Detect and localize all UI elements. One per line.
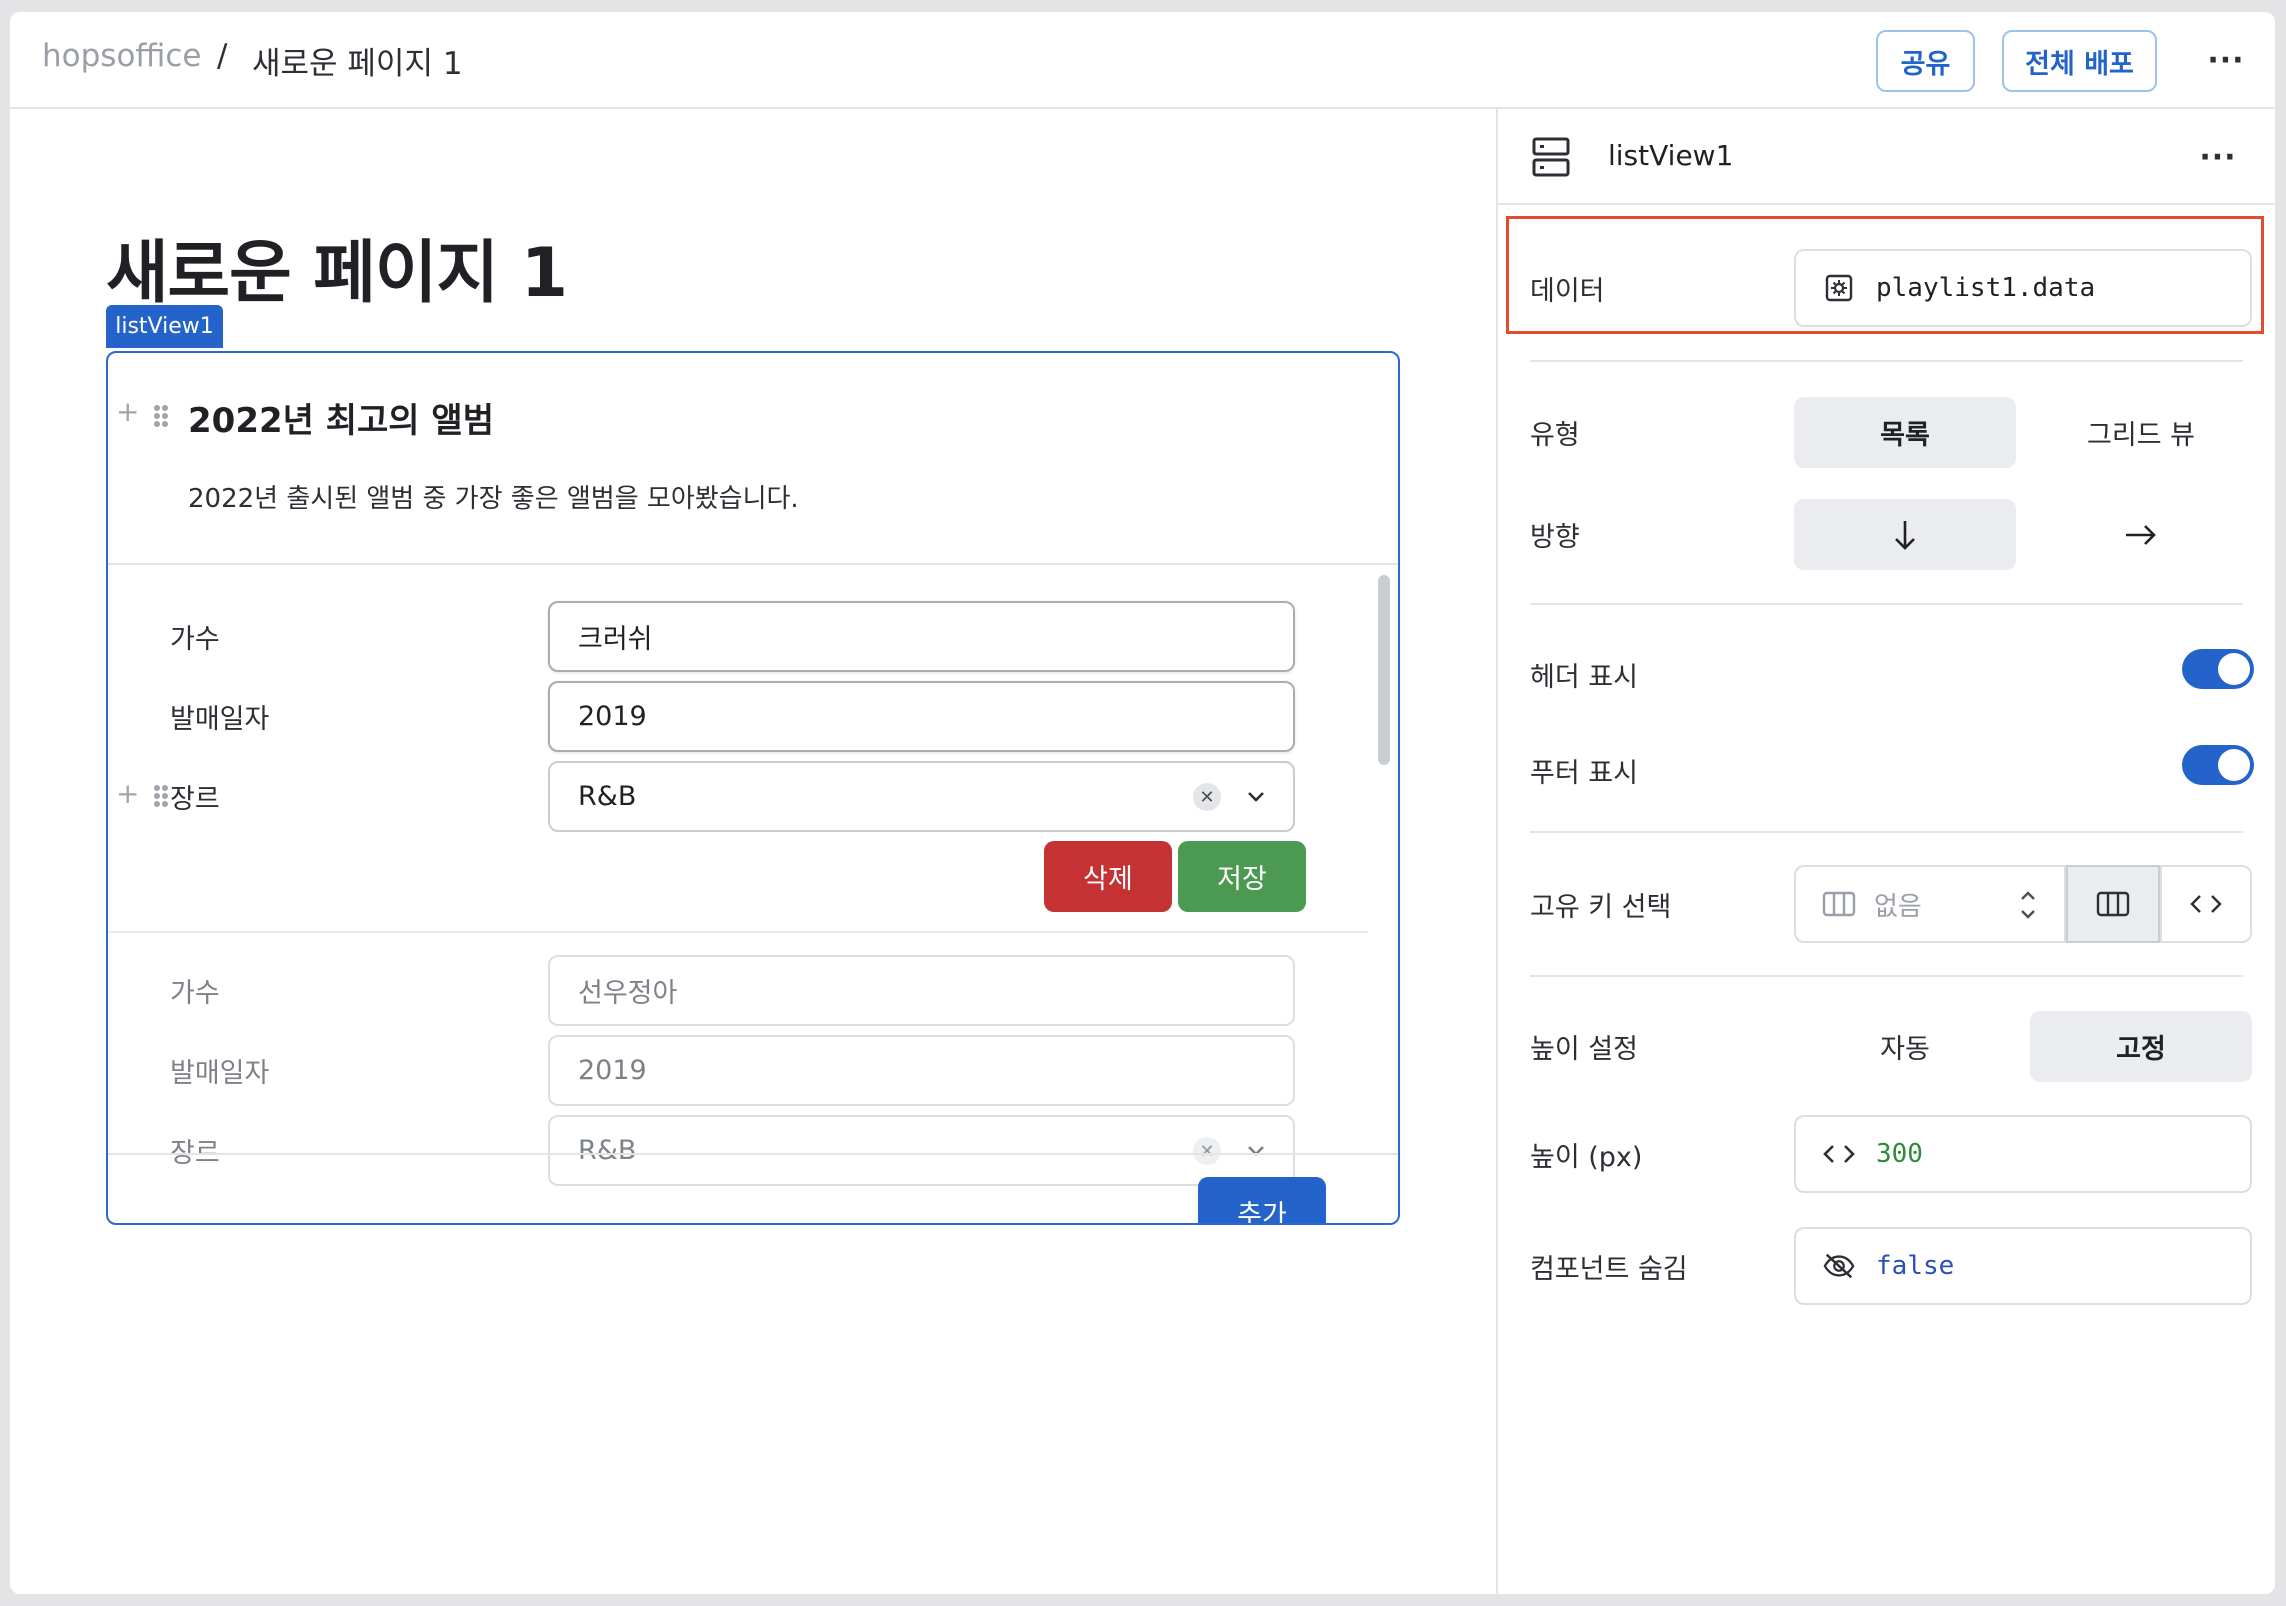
- clear-icon[interactable]: ✕: [1193, 783, 1221, 811]
- component-name[interactable]: listView1: [1608, 139, 1733, 172]
- code-icon: [2190, 895, 2222, 913]
- code-icon: [1822, 1137, 1856, 1171]
- key-mode-code-button[interactable]: [2160, 865, 2252, 943]
- panel-divider: [1530, 360, 2243, 362]
- artist-input[interactable]: 선우정아: [548, 955, 1295, 1026]
- item-divider: [108, 931, 1368, 933]
- deploy-button[interactable]: 전체 배포: [2002, 30, 2157, 92]
- columns-icon: [2096, 891, 2130, 917]
- type-option-grid[interactable]: 그리드 뷰: [2030, 397, 2252, 468]
- arrow-right-icon: [2126, 524, 2156, 545]
- unique-key-label: 고유 키 선택: [1530, 892, 1672, 923]
- columns-icon: [1822, 890, 1856, 918]
- footer-toggle[interactable]: [2182, 745, 2254, 785]
- genre-select[interactable]: R&B ✕: [548, 761, 1295, 832]
- list-scrollbar[interactable]: [1378, 575, 1390, 765]
- list-view-header: + 2022년 최고의 앨범 2022년 출시된 앨범 중 가장 좋은 앨범을 …: [108, 353, 1398, 565]
- drag-handle-icon[interactable]: [154, 785, 168, 807]
- chevron-down-icon[interactable]: [1241, 781, 1271, 818]
- height-mode-auto[interactable]: 자동: [1794, 1011, 2016, 1082]
- clear-icon[interactable]: ✕: [1193, 1137, 1221, 1165]
- height-mode-label: 높이 설정: [1530, 1034, 1638, 1065]
- drag-handle-icon[interactable]: [154, 405, 168, 427]
- plus-icon[interactable]: +: [116, 395, 139, 428]
- data-field-highlight: [1506, 216, 2264, 334]
- editor-canvas: 새로운 페이지 1 listView1 + 2022년 최고의 앨범 2022년…: [10, 109, 1496, 1594]
- list-view-footer-divider: [108, 1153, 1398, 1155]
- header-toggle-label: 헤더 표시: [1530, 662, 1638, 693]
- header-toggle[interactable]: [2182, 649, 2254, 689]
- artist-input[interactable]: 크러쉬: [548, 601, 1295, 672]
- artist-label: 가수: [170, 624, 220, 655]
- unique-key-select[interactable]: 없음: [1794, 865, 2066, 943]
- genre-select[interactable]: R&B ✕: [548, 1115, 1295, 1186]
- panel-header: listView1 ···: [1498, 109, 2275, 205]
- height-label: 높이 (px): [1530, 1142, 1643, 1173]
- panel-divider: [1530, 975, 2243, 977]
- release-date-input[interactable]: 2019: [548, 681, 1295, 752]
- delete-button[interactable]: 삭제: [1044, 841, 1172, 912]
- type-label: 유형: [1530, 420, 1580, 451]
- arrow-down-icon: [1895, 520, 1915, 550]
- listview-icon: [1532, 137, 1570, 181]
- height-value: 300: [1876, 1139, 1923, 1169]
- genre-value: R&B: [578, 781, 637, 812]
- genre-label: 장르: [170, 784, 220, 815]
- footer-toggle-label: 푸터 표시: [1530, 758, 1638, 789]
- panel-divider: [1530, 831, 2243, 833]
- list-view-title: 2022년 최고의 앨범: [188, 401, 494, 441]
- hidden-label: 컴포넌트 숨김: [1530, 1254, 1688, 1285]
- artist-label: 가수: [170, 978, 220, 1009]
- release-date-label: 발매일자: [170, 1058, 270, 1089]
- unique-key-value: 없음: [1874, 891, 1922, 922]
- key-mode-columns-button[interactable]: [2066, 865, 2160, 943]
- direction-vertical-button[interactable]: [1794, 499, 2016, 570]
- page-title: 새로운 페이지 1: [106, 234, 568, 313]
- list-view-description: 2022년 출시된 앨범 중 가장 좋은 앨범을 모아봤습니다.: [188, 484, 799, 514]
- share-button[interactable]: 공유: [1876, 30, 1975, 92]
- genre-label: 장르: [170, 1138, 220, 1169]
- hidden-value: false: [1876, 1251, 1955, 1281]
- more-menu-icon[interactable]: ···: [2204, 38, 2248, 82]
- panel-divider: [1530, 603, 2243, 605]
- sort-updown-icon: [2018, 887, 2038, 930]
- add-button[interactable]: 추가: [1198, 1177, 1326, 1223]
- direction-horizontal-button[interactable]: [2030, 499, 2252, 570]
- component-tag[interactable]: listView1: [106, 305, 223, 348]
- genre-value: R&B: [578, 1135, 637, 1166]
- breadcrumb-page[interactable]: 새로운 페이지 1: [252, 38, 463, 83]
- more-menu-icon[interactable]: ···: [2196, 135, 2240, 179]
- plus-icon[interactable]: +: [116, 777, 139, 810]
- eye-off-icon: [1822, 1249, 1856, 1283]
- hidden-input[interactable]: false: [1794, 1227, 2252, 1305]
- breadcrumb-workspace[interactable]: hopsoffice: [42, 38, 202, 74]
- breadcrumb-separator: /: [217, 38, 228, 74]
- height-input[interactable]: 300: [1794, 1115, 2252, 1193]
- save-button[interactable]: 저장: [1178, 841, 1306, 912]
- height-mode-fixed[interactable]: 고정: [2030, 1011, 2252, 1082]
- list-view[interactable]: + 2022년 최고의 앨범 2022년 출시된 앨범 중 가장 좋은 앨범을 …: [106, 351, 1400, 1225]
- type-option-list[interactable]: 목록: [1794, 397, 2016, 468]
- release-date-label: 발매일자: [170, 704, 270, 735]
- direction-label: 방향: [1530, 522, 1580, 553]
- top-bar: hopsoffice / 새로운 페이지 1 공유 전체 배포 ···: [10, 12, 2275, 109]
- release-date-input[interactable]: 2019: [548, 1035, 1295, 1106]
